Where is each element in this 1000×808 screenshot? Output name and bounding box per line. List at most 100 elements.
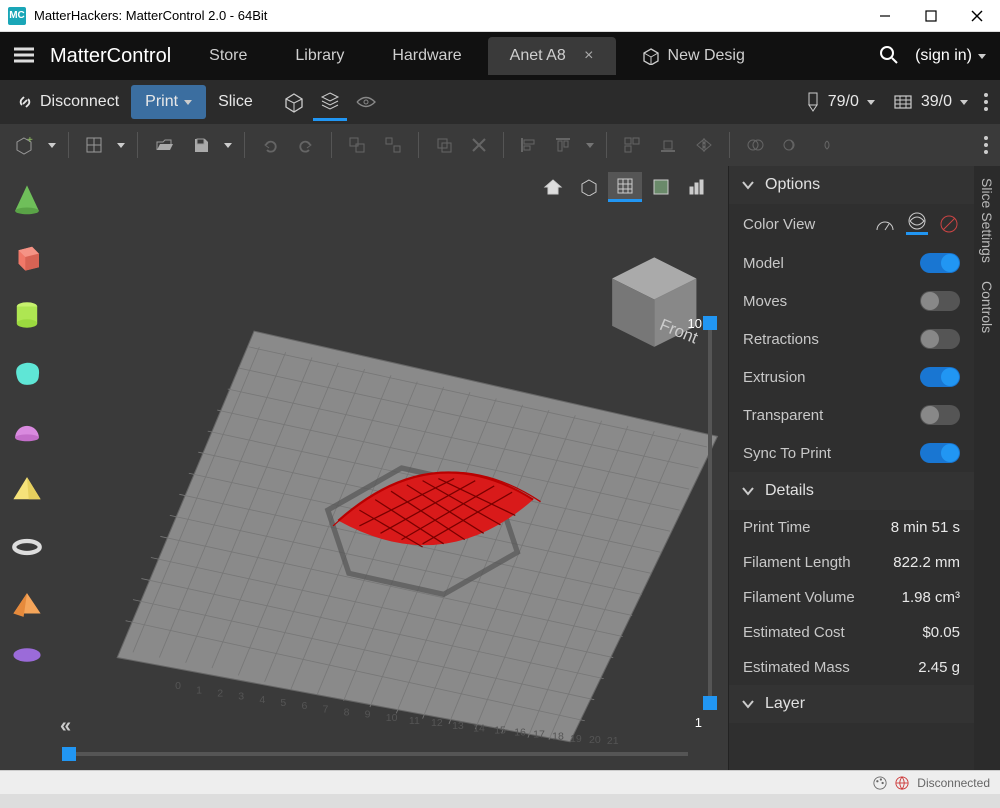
svg-text:12: 12 — [431, 717, 443, 729]
viewport-3d[interactable]: Front — [54, 166, 728, 770]
window-titlebar: MC MatterHackers: MatterControl 2.0 - 64… — [0, 0, 1000, 32]
opt-transparent-label: Transparent — [743, 407, 920, 424]
fil-vol-key: Filament Volume — [743, 589, 902, 606]
collapse-panel-icon[interactable]: « — [60, 715, 71, 738]
tab-hardware[interactable]: Hardware — [370, 37, 483, 75]
options-header[interactable]: Options — [729, 166, 974, 204]
align-top-icon[interactable] — [546, 130, 580, 160]
subtract-icon[interactable] — [774, 130, 808, 160]
moves-toggle[interactable] — [920, 291, 960, 311]
chevron-down-icon — [960, 100, 968, 105]
shape-ring[interactable] — [10, 530, 44, 564]
print-time-val: 8 min 51 s — [891, 519, 960, 536]
menu-icon[interactable] — [6, 39, 42, 74]
view-layers-icon[interactable] — [313, 84, 347, 121]
svg-text:13: 13 — [452, 720, 464, 732]
shape-tetra[interactable] — [10, 588, 44, 622]
chevron-down-icon[interactable] — [586, 143, 594, 148]
arrange-icon[interactable] — [615, 130, 649, 160]
mass-key: Estimated Mass — [743, 659, 918, 676]
close-tab-icon[interactable]: × — [584, 47, 593, 64]
speed-color-icon[interactable] — [874, 213, 896, 235]
overflow-menu-icon[interactable] — [978, 130, 994, 160]
group-icon[interactable] — [340, 130, 374, 160]
fil-vol-val: 1.98 cm³ — [902, 589, 960, 606]
shape-cylinder[interactable] — [10, 298, 44, 332]
layer-time-slider[interactable] — [62, 748, 688, 760]
svg-text:7: 7 — [323, 703, 329, 715]
minimize-button[interactable] — [862, 0, 908, 32]
sign-in-button[interactable]: (sign in) — [909, 47, 992, 65]
tab-printer-active[interactable]: Anet A8 × — [488, 37, 616, 75]
print-bed[interactable]: Front — [54, 166, 728, 770]
material-color-icon[interactable] — [906, 213, 928, 235]
disconnect-button[interactable]: Disconnect — [6, 87, 129, 117]
print-button[interactable]: Print — [131, 85, 206, 119]
shape-blob[interactable] — [10, 356, 44, 390]
ungroup-icon[interactable] — [376, 130, 410, 160]
undo-icon[interactable] — [253, 130, 287, 160]
tab-library[interactable]: Library — [273, 37, 366, 75]
align-left-icon[interactable] — [512, 130, 544, 160]
print-time-key: Print Time — [743, 519, 891, 536]
transparent-toggle[interactable] — [920, 405, 960, 425]
bed-icon — [893, 93, 913, 111]
svg-text:3: 3 — [238, 691, 244, 703]
mass-val: 2.45 g — [918, 659, 960, 676]
intersect-icon[interactable] — [810, 130, 844, 160]
mirror-icon[interactable] — [687, 130, 721, 160]
opt-retractions-label: Retractions — [743, 331, 920, 348]
chevron-down-icon[interactable] — [224, 143, 232, 148]
overflow-menu-icon[interactable] — [978, 87, 994, 117]
status-bar: Disconnected — [0, 770, 1000, 794]
layer-range-slider[interactable] — [704, 316, 716, 710]
add-object-icon[interactable]: + — [6, 130, 42, 160]
bed-temp[interactable]: 39/0 — [885, 89, 976, 115]
disconnect-label: Disconnect — [40, 93, 119, 111]
search-icon[interactable] — [873, 39, 905, 74]
lay-flat-icon[interactable] — [651, 130, 685, 160]
close-button[interactable] — [954, 0, 1000, 32]
shape-cone[interactable] — [10, 182, 44, 216]
solid-view-icon[interactable] — [644, 172, 678, 202]
retractions-toggle[interactable] — [920, 329, 960, 349]
save-icon[interactable] — [184, 130, 218, 160]
tab-new-design[interactable]: New Desig — [620, 37, 767, 75]
chevron-down-icon[interactable] — [48, 143, 56, 148]
orientation-cube[interactable]: Front — [612, 257, 701, 347]
bed-grid-icon[interactable] — [77, 130, 111, 160]
stats-view-icon[interactable] — [680, 172, 714, 202]
shape-cube[interactable] — [10, 240, 44, 274]
hotend-temp[interactable]: 79/0 — [798, 87, 883, 117]
remove-icon[interactable] — [463, 130, 495, 160]
tab-controls[interactable]: Controls — [977, 277, 997, 337]
bed-value: 39/0 — [921, 93, 952, 111]
palette-icon — [873, 776, 887, 790]
maximize-button[interactable] — [908, 0, 954, 32]
no-color-icon[interactable] — [938, 213, 960, 235]
slice-button[interactable]: Slice — [208, 87, 263, 117]
details-header[interactable]: Details — [729, 472, 974, 510]
tab-store[interactable]: Store — [187, 37, 269, 75]
view-model-icon[interactable] — [277, 85, 311, 119]
shaded-view-icon[interactable] — [572, 172, 606, 202]
combine-icon[interactable] — [738, 130, 772, 160]
globe-icon — [895, 776, 909, 790]
layer-header[interactable]: Layer — [729, 685, 974, 723]
open-icon[interactable] — [146, 130, 182, 160]
extrusion-toggle[interactable] — [920, 367, 960, 387]
sync-toggle[interactable] — [920, 443, 960, 463]
view-eye-icon[interactable] — [349, 89, 383, 115]
model-toolbar: + — [0, 124, 1000, 166]
shape-hemisphere[interactable] — [10, 414, 44, 448]
print-label: Print — [145, 93, 178, 111]
shape-ellipsoid[interactable] — [10, 646, 44, 664]
tab-slice-settings[interactable]: Slice Settings — [977, 174, 997, 267]
redo-icon[interactable] — [289, 130, 323, 160]
chevron-down-icon[interactable] — [117, 143, 125, 148]
model-toggle[interactable] — [920, 253, 960, 273]
shape-pyramid[interactable] — [10, 472, 44, 506]
grid-view-icon[interactable] — [608, 172, 642, 202]
home-view-icon[interactable] — [536, 172, 570, 202]
duplicate-icon[interactable] — [427, 130, 461, 160]
